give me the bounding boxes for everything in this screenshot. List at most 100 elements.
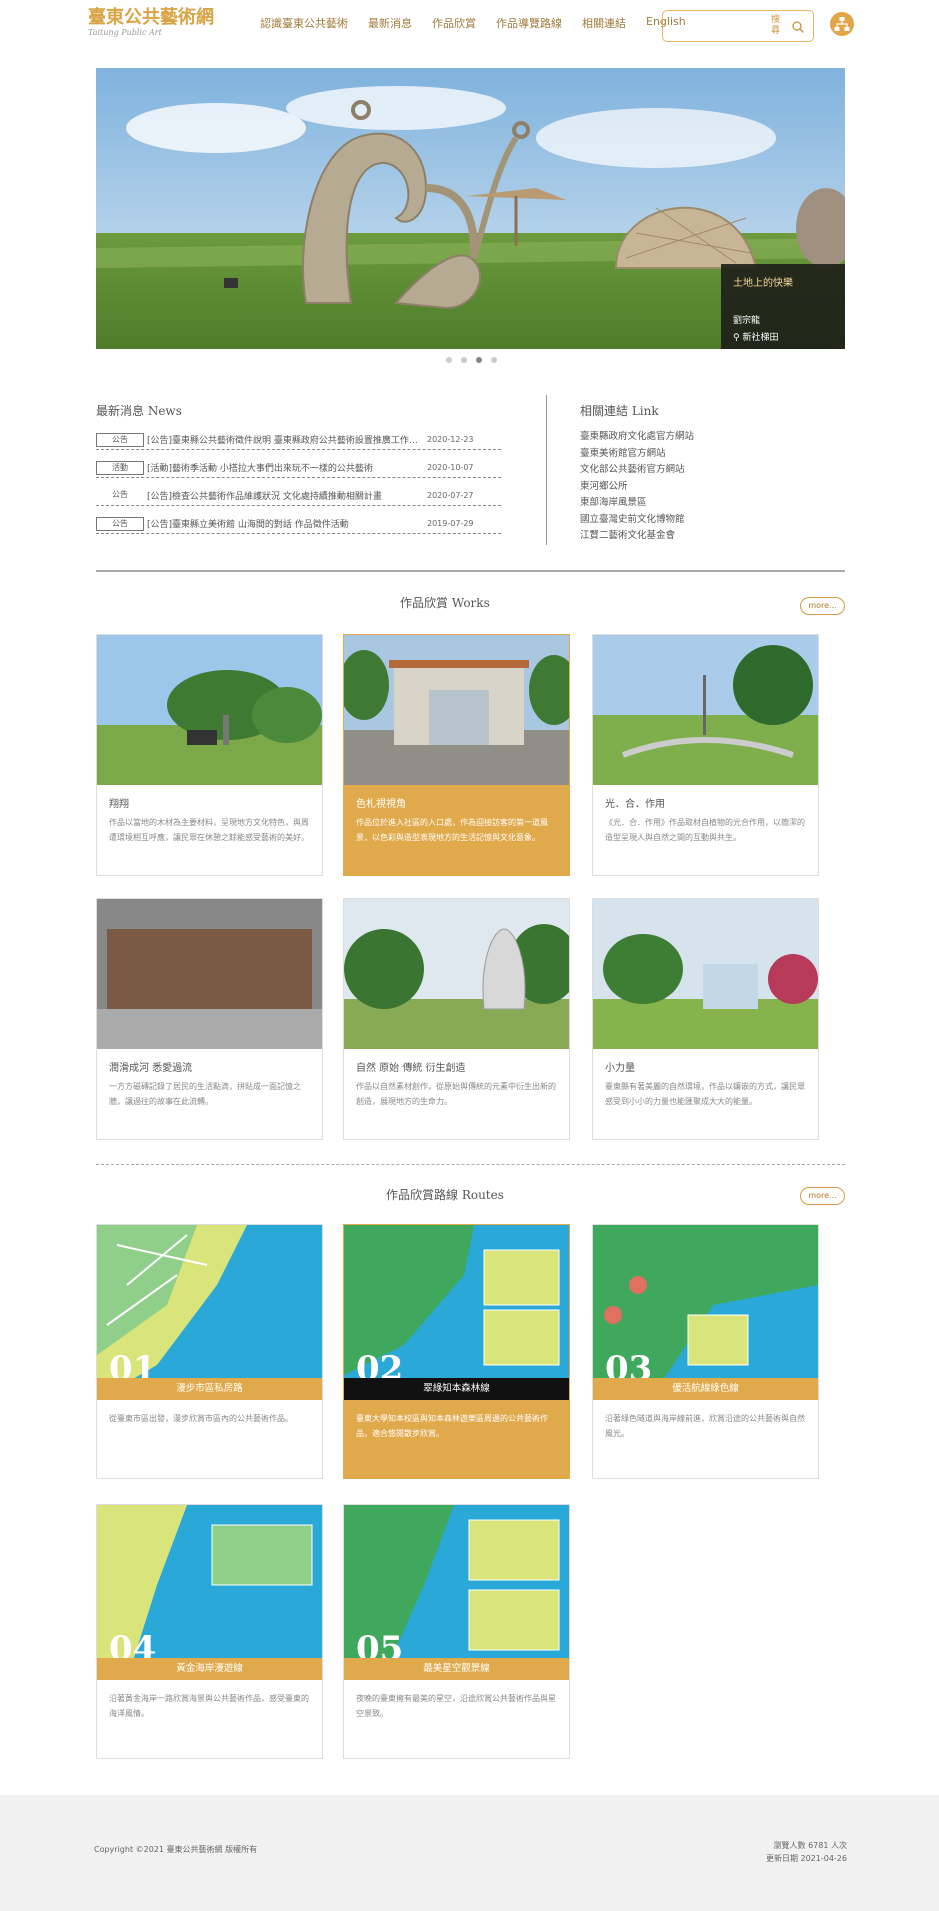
logo-title: 臺東公共藝術網 <box>88 7 214 28</box>
divider <box>546 395 547 545</box>
visitor-count: 瀏覽人數 6781 人次 <box>773 1841 847 1850</box>
work-desc: 作品位於進入社區的入口處，作為迎接訪客的第一道風景，以色彩與造型表現地方的生活記… <box>356 818 548 842</box>
route-desc: 夜晚的臺東擁有最美的星空，沿途欣賞公共藝術作品與星空景致。 <box>356 1694 556 1718</box>
nav-works[interactable]: 作品欣賞 <box>422 15 486 31</box>
logo-subtitle: Taitung Public Art <box>88 28 162 37</box>
site-footer: Copyright ©2021 臺東公共藝術網 版權所有 瀏覽人數 6781 人… <box>0 1795 939 1911</box>
carousel-dot-1[interactable] <box>446 357 452 363</box>
news-date: 2020-07-27 <box>427 491 474 500</box>
route-name: 最美星空觀景線 <box>344 1658 569 1680</box>
search-label: 搜尋 <box>771 15 781 36</box>
route-name: 漫步市區私房路 <box>97 1378 322 1400</box>
work-desc: 作品以自然素材創作，從原始與傳統的元素中衍生出新的創造，展現地方的生命力。 <box>356 1082 556 1106</box>
banner-artist: 劉宗龍 <box>733 316 761 326</box>
work-image <box>344 899 569 1049</box>
route-card[interactable]: 03 優活航線綠色線 沿著綠色隧道與海岸線前進，欣賞沿途的公共藝術與自然風光。 <box>592 1224 819 1479</box>
section-divider <box>96 570 845 572</box>
route-desc: 沿著綠色隧道與海岸線前進，欣賞沿途的公共藝術與自然風光。 <box>605 1414 805 1438</box>
carousel-dot-2[interactable] <box>461 357 467 363</box>
link-item[interactable]: 臺東美術館官方網站 <box>580 446 840 463</box>
work-card[interactable]: 光．合．作用 《光．合．作用》作品取材自植物的光合作用，以簡潔的造型呈現人與自然… <box>592 634 819 876</box>
news-item[interactable]: 活動 [活動]藝術季活動 小搭拉大事們出來玩不一樣的公共藝術 2020-10-0… <box>96 458 501 478</box>
update-date: 更新日期 2021-04-26 <box>765 1854 847 1863</box>
work-title: 小力量 <box>605 1063 635 1074</box>
news-date: 2020-12-23 <box>427 435 474 444</box>
news-badge: 公告 <box>96 432 144 447</box>
news-badge: 公告 <box>96 516 144 531</box>
nav-routes[interactable]: 作品導覽路線 <box>486 15 572 31</box>
search-icon[interactable] <box>791 20 805 34</box>
link-item[interactable]: 東部海岸風景區 <box>580 495 840 512</box>
work-image <box>344 635 569 785</box>
work-title: 潤滑成河 悉愛過流 <box>109 1063 193 1074</box>
banner-location: ⚲ 新社梯田 <box>733 330 833 343</box>
route-card[interactable]: 05 最美星空觀景線 夜晚的臺東擁有最美的星空，沿途欣賞公共藝術作品與星空景致。 <box>343 1504 570 1759</box>
news-section: 最新消息 News 公告 [公告]臺東縣公共藝術徵件說明 臺東縣政府公共藝術設置… <box>96 402 501 534</box>
news-item[interactable]: 公告 [公告]檢查公共藝術作品維護狀況 文化處持續推動相關計畫 2020-07-… <box>96 486 501 506</box>
route-card[interactable]: 04 黃金海岸漫遊線 沿著黃金海岸一路欣賞海景與公共藝術作品，感受臺東的海洋風情… <box>96 1504 323 1759</box>
work-image <box>593 635 818 785</box>
work-image <box>97 899 322 1049</box>
work-title: 光．合．作用 <box>605 799 665 810</box>
works-more-button[interactable]: more... <box>800 597 845 615</box>
links-title: 相關連結 Link <box>580 404 659 418</box>
work-image <box>593 899 818 1049</box>
routes-more-button[interactable]: more... <box>800 1187 845 1205</box>
news-date: 2020-10-07 <box>427 463 474 472</box>
work-title: 翔翔 <box>109 799 129 810</box>
footer-stats: 瀏覽人數 6781 人次 更新日期 2021-04-26 <box>766 1839 847 1865</box>
route-name: 黃金海岸漫遊線 <box>97 1658 322 1680</box>
link-item[interactable]: 文化部公共藝術官方網站 <box>580 462 840 479</box>
site-logo[interactable]: 臺東公共藝術網 Taitung Public Art <box>88 7 214 38</box>
news-item[interactable]: 公告 [公告]臺東縣立美術館 山海間的對話 作品徵件活動 2019-07-29 <box>96 514 501 534</box>
route-desc: 從臺東市區出發，漫步欣賞市區內的公共藝術作品。 <box>109 1414 293 1423</box>
search-input[interactable] <box>669 17 759 35</box>
news-text[interactable]: [公告]檢查公共藝術作品維護狀況 文化處持續推動相關計畫 <box>147 489 419 502</box>
link-item[interactable]: 臺東縣政府文化處官方網站 <box>580 429 840 446</box>
route-card[interactable]: 02 翠綠知本森林線 臺東大學知本校區與知本森林遊樂區周邊的公共藝術作品，適合悠… <box>343 1224 570 1479</box>
nav-links[interactable]: 相關連結 <box>572 15 636 31</box>
hero-banner[interactable]: 土地上的快樂 劉宗龍 ⚲ 新社梯田 <box>96 68 845 349</box>
news-text[interactable]: [公告]臺東縣公共藝術徵件說明 臺東縣政府公共藝術設置推廣工作計畫 <box>147 433 419 446</box>
news-badge: 活動 <box>96 460 144 475</box>
work-card[interactable]: 潤滑成河 悉愛過流 一方方磁磚記錄了居民的生活點滴，拼貼成一面記憶之牆，讓過往的… <box>96 898 323 1140</box>
news-text[interactable]: [活動]藝術季活動 小搭拉大事們出來玩不一樣的公共藝術 <box>147 461 419 474</box>
link-item[interactable]: 東河鄉公所 <box>580 479 840 496</box>
banner-location-text: 新社梯田 <box>742 333 779 343</box>
work-image <box>97 635 322 785</box>
main-nav: 認識臺東公共藝術 最新消息 作品欣賞 作品導覽路線 相關連結 English <box>250 15 696 31</box>
work-card[interactable]: 翔翔 作品以當地的木材為主要材料，呈現地方文化特色，與周遭環境相互呼應，讓民眾在… <box>96 634 323 876</box>
news-date: 2019-07-29 <box>427 519 474 528</box>
news-badge: 公告 <box>112 489 128 499</box>
work-title: 自然 原始 傳統 衍生創造 <box>356 1063 466 1074</box>
carousel-dot-4[interactable] <box>491 357 497 363</box>
sitemap-icon[interactable] <box>830 12 854 36</box>
route-desc: 臺東大學知本校區與知本森林遊樂區周邊的公共藝術作品，適合悠閒散步欣賞。 <box>356 1414 548 1438</box>
work-card[interactable]: 自然 原始 傳統 衍生創造 作品以自然素材創作，從原始與傳統的元素中衍生出新的創… <box>343 898 570 1140</box>
carousel-dots <box>446 357 497 363</box>
nav-about[interactable]: 認識臺東公共藝術 <box>250 15 358 31</box>
banner-caption: 土地上的快樂 劉宗龍 ⚲ 新社梯田 <box>721 264 845 349</box>
route-desc: 沿著黃金海岸一路欣賞海景與公共藝術作品，感受臺東的海洋風情。 <box>109 1694 309 1718</box>
route-card[interactable]: 01 漫步市區私房路 從臺東市區出發，漫步欣賞市區內的公共藝術作品。 <box>96 1224 323 1479</box>
site-header: 臺東公共藝術網 Taitung Public Art 認識臺東公共藝術 最新消息… <box>0 0 939 50</box>
news-item[interactable]: 公告 [公告]臺東縣公共藝術徵件說明 臺東縣政府公共藝術設置推廣工作計畫 202… <box>96 430 501 450</box>
links-section: 相關連結 Link 臺東縣政府文化處官方網站 臺東美術館官方網站 文化部公共藝術… <box>580 402 840 545</box>
work-desc: 一方方磁磚記錄了居民的生活點滴，拼貼成一面記憶之牆，讓過往的故事在此流轉。 <box>109 1082 301 1106</box>
works-title: 作品欣賞 Works <box>400 596 490 610</box>
work-desc: 臺東縣有著美麗的自然環境，作品以鑲嵌的方式，讓民眾感受到小小的力量也能匯聚成大大… <box>605 1082 805 1106</box>
work-desc: 《光．合．作用》作品取材自植物的光合作用，以簡潔的造型呈現人與自然之間的互動與共… <box>605 818 805 842</box>
work-title: 色札視視角 <box>356 799 406 810</box>
nav-news[interactable]: 最新消息 <box>358 15 422 31</box>
section-divider <box>96 1164 845 1165</box>
news-title: 最新消息 News <box>96 404 182 418</box>
copyright: Copyright ©2021 臺東公共藝術網 版權所有 <box>94 1845 258 1854</box>
work-desc: 作品以當地的木材為主要材料，呈現地方文化特色，與周遭環境相互呼應，讓民眾在休憩之… <box>109 818 309 842</box>
carousel-dot-3[interactable] <box>476 357 482 363</box>
news-text[interactable]: [公告]臺東縣立美術館 山海間的對話 作品徵件活動 <box>147 517 419 530</box>
work-card[interactable]: 小力量 臺東縣有著美麗的自然環境，作品以鑲嵌的方式，讓民眾感受到小小的力量也能匯… <box>592 898 819 1140</box>
work-card[interactable]: 色札視視角 作品位於進入社區的入口處，作為迎接訪客的第一道風景，以色彩與造型表現… <box>343 634 570 876</box>
link-item[interactable]: 國立臺灣史前文化博物館 <box>580 512 840 529</box>
link-item[interactable]: 江賢二藝術文化基金會 <box>580 528 840 545</box>
route-name: 翠綠知本森林線 <box>344 1378 569 1400</box>
